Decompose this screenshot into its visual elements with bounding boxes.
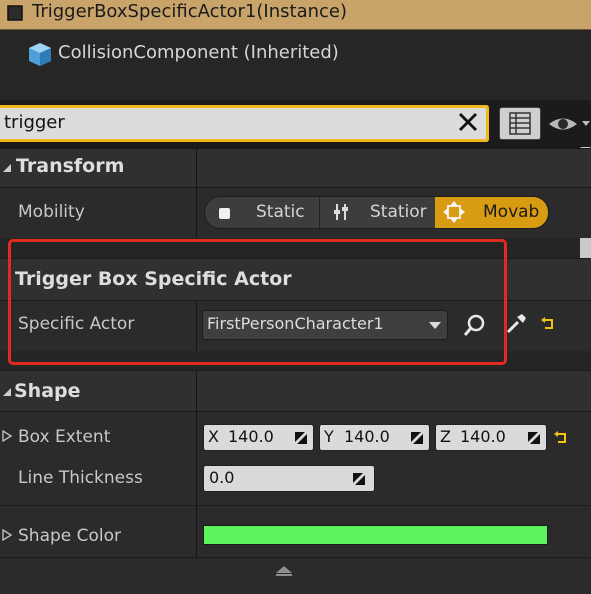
collapse-arrow-icon bbox=[3, 388, 11, 396]
mobility-option-movable[interactable]: Movab bbox=[435, 197, 548, 228]
specific-actor-value: FirstPersonCharacter1 bbox=[207, 314, 384, 333]
column-divider bbox=[196, 505, 197, 557]
actor-icon bbox=[7, 5, 23, 21]
line-thickness-label: Line Thickness bbox=[18, 468, 143, 488]
mobility-option-label: Movab bbox=[483, 202, 540, 222]
section-header-trigger-box-specific-actor[interactable]: Trigger Box Specific Actor bbox=[0, 258, 591, 301]
expand-arrow-icon[interactable] bbox=[2, 529, 12, 541]
tree-item-label: CollisionComponent (Inherited) bbox=[58, 42, 339, 63]
drag-handle-icon[interactable] bbox=[294, 431, 308, 445]
shape-color-label: Shape Color bbox=[18, 526, 122, 546]
column-divider bbox=[196, 412, 197, 505]
drag-handle-icon[interactable] bbox=[527, 431, 541, 445]
section-title: Shape bbox=[14, 380, 81, 402]
collapse-arrow-icon bbox=[3, 164, 11, 172]
mobility-option-label: Statior bbox=[370, 202, 427, 222]
drag-handle-icon[interactable] bbox=[410, 431, 424, 445]
axis-value: 140.0 bbox=[344, 427, 390, 446]
search-input[interactable]: trigger bbox=[0, 105, 489, 142]
column-divider bbox=[196, 148, 197, 188]
line-thickness-field[interactable]: 0.0 bbox=[203, 465, 375, 492]
box-extent-y-field[interactable]: Y 140.0 bbox=[319, 424, 430, 451]
box-extent-z-field[interactable]: Z 140.0 bbox=[435, 424, 547, 451]
axis-label: X bbox=[208, 427, 219, 446]
search-icon[interactable] bbox=[462, 312, 488, 338]
grid-view-icon bbox=[509, 112, 531, 135]
mobility-option-stationary[interactable]: Statior bbox=[319, 197, 435, 228]
box-extent-label: Box Extent bbox=[18, 427, 111, 447]
axis-label: Z bbox=[440, 427, 451, 446]
advanced-expand-icon[interactable] bbox=[274, 565, 294, 577]
dot-icon bbox=[219, 208, 230, 219]
axis-value: 140.0 bbox=[460, 427, 506, 446]
section-header-shape[interactable]: Shape bbox=[0, 370, 591, 412]
mobility-label: Mobility bbox=[18, 202, 85, 222]
eye-icon bbox=[549, 118, 590, 130]
drag-handle-icon[interactable] bbox=[352, 472, 366, 486]
mobility-option-static[interactable]: Static bbox=[205, 197, 319, 228]
section-header-transform[interactable]: Transform bbox=[0, 148, 591, 188]
section-title: Transform bbox=[16, 155, 125, 177]
column-divider bbox=[196, 370, 197, 412]
reset-arrow-icon[interactable] bbox=[553, 430, 569, 446]
axis-value: 140.0 bbox=[228, 427, 274, 446]
eyedropper-icon[interactable] bbox=[503, 311, 527, 337]
reset-arrow-icon[interactable] bbox=[540, 316, 556, 332]
mobility-selector[interactable]: Static Statior Movab bbox=[204, 196, 549, 229]
visibility-filter-button[interactable] bbox=[546, 108, 591, 140]
column-divider bbox=[196, 301, 197, 351]
axis-label: Y bbox=[324, 427, 334, 446]
search-input-text[interactable]: trigger bbox=[4, 112, 65, 133]
column-divider bbox=[196, 188, 197, 238]
cube-icon bbox=[29, 43, 51, 66]
chevron-down-icon bbox=[429, 322, 441, 329]
shape-color-swatch[interactable] bbox=[203, 525, 548, 545]
specific-actor-dropdown[interactable]: FirstPersonCharacter1 bbox=[202, 310, 448, 340]
advanced-section-bar bbox=[0, 557, 591, 594]
view-options-button[interactable] bbox=[499, 107, 541, 140]
mobility-option-label: Static bbox=[256, 202, 305, 222]
section-title: Trigger Box Specific Actor bbox=[15, 268, 292, 290]
specific-actor-label: Specific Actor bbox=[18, 314, 135, 334]
close-icon[interactable] bbox=[456, 109, 480, 135]
expand-arrow-icon[interactable] bbox=[2, 430, 12, 442]
stationary-icon bbox=[334, 204, 348, 220]
line-thickness-value: 0.0 bbox=[209, 468, 235, 487]
actor-title: TriggerBoxSpecificActor1(Instance) bbox=[32, 1, 348, 22]
component-tree bbox=[0, 30, 591, 100]
box-extent-x-field[interactable]: X 140.0 bbox=[203, 424, 314, 451]
details-header: TriggerBoxSpecificActor1(Instance) bbox=[0, 0, 591, 30]
move-arrows-icon bbox=[443, 201, 465, 223]
